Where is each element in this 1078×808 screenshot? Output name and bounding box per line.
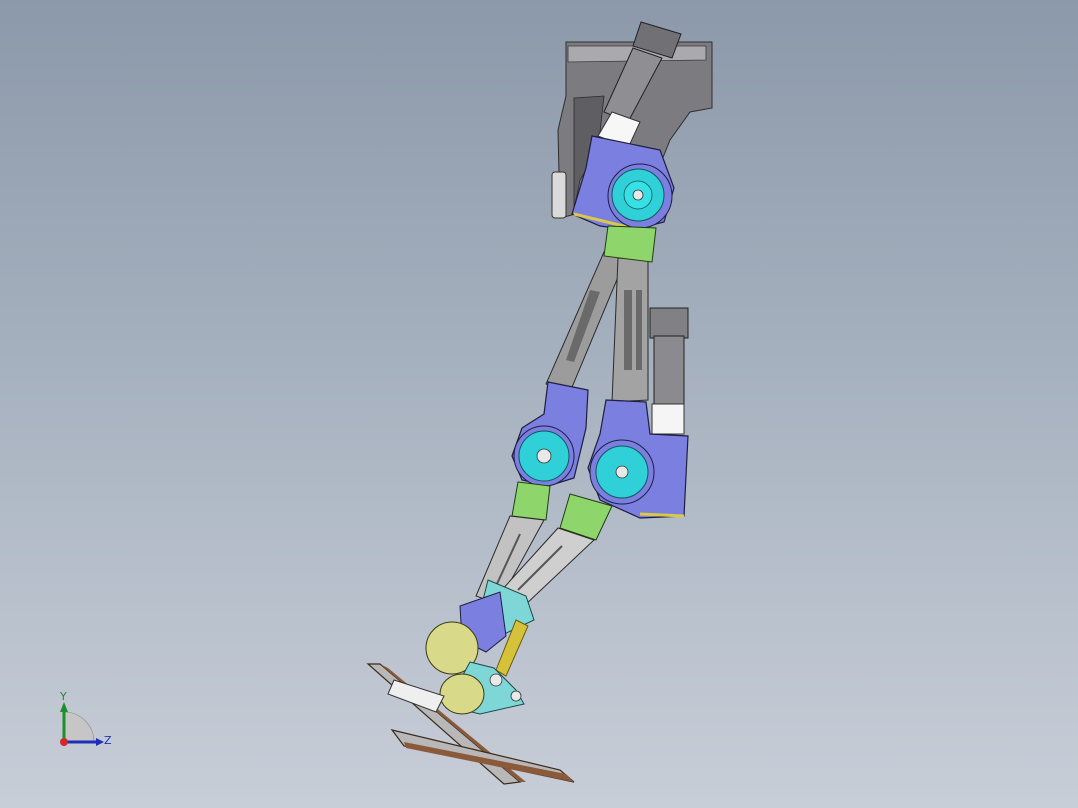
knee-bracket-left — [511, 481, 551, 521]
y-axis-label: Y — [59, 690, 67, 703]
knee-motor-left — [511, 381, 589, 487]
ankle-motor-lower — [439, 673, 485, 715]
z-axis-label: Z — [104, 734, 112, 747]
foot-heel-block — [387, 679, 445, 713]
cad-viewport[interactable]: Y Z — [0, 0, 1078, 808]
thigh-link-rear — [611, 257, 649, 403]
x-axis-dot — [60, 738, 68, 746]
knee-actuator — [649, 307, 689, 435]
hip-bracket — [603, 225, 657, 263]
coordinate-triad: Y Z — [59, 690, 112, 747]
foot-plate-rear — [390, 729, 575, 783]
